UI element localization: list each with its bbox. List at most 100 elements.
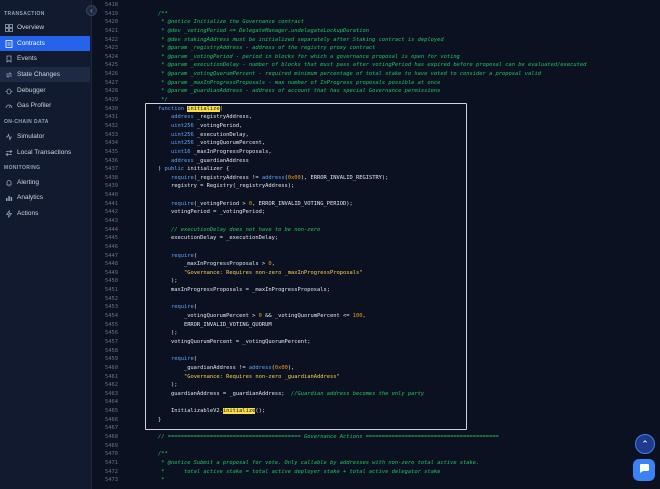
code-line: 5418 [93, 1, 660, 10]
line-number: 5421 [105, 27, 118, 34]
code-token: } [145, 416, 162, 423]
sidebar-item-label: Gas Profiler [17, 102, 52, 109]
code-line: 5450 ); [93, 277, 660, 286]
code-line: 5447 require( [93, 252, 660, 261]
chat-support-button[interactable] [633, 459, 655, 481]
line-number: 5443 [105, 218, 118, 224]
code-token: * @dev _votingPeriod <= DelegateManager.… [145, 27, 369, 34]
scroll-to-top-button[interactable]: ⌃ [635, 434, 655, 454]
line-number: 5435 [105, 148, 118, 155]
sidebar-item-label: Contracts [17, 40, 45, 47]
code-token: ), ERROR_INVALID_REGISTRY); [300, 174, 389, 181]
code-text: * @param _maxInProgressProposals - max n… [145, 79, 440, 88]
code-text: ERROR_INVALID_VOTING_QUORUM [145, 321, 272, 330]
code-token: ); [145, 278, 178, 285]
code-token: * @param _maxInProgressProposals - max n… [145, 79, 441, 86]
code-line: 5460 _guardianAddress != address(0x00), [93, 364, 660, 373]
code-line: 5435 uint16 _maxInProgressProposals, [93, 148, 660, 157]
code-text: * [145, 476, 164, 485]
code-token: ) [145, 166, 165, 173]
code-text: * @dev _votingPeriod <= DelegateManager.… [145, 27, 369, 36]
code-token: ), [287, 364, 295, 371]
code-token: _maxInProgressProposals > [145, 261, 269, 268]
line-number: 5470 [105, 451, 118, 458]
line-number: 5466 [105, 416, 118, 423]
code-token: ( [193, 252, 197, 259]
alerting-icon [5, 179, 13, 187]
sidebar-item-events[interactable]: Events [0, 51, 90, 66]
code-line: 5470 /** [93, 450, 660, 459]
code-token: (); [255, 408, 266, 415]
code-token: uint256 [170, 131, 194, 138]
collapse-sidebar-button[interactable]: ‹ [86, 5, 97, 16]
double-chevron-up-icon: ⌃ [641, 438, 649, 449]
line-number: 5462 [105, 382, 118, 389]
code-line: 5465 InitializableV2.initialize(); [93, 407, 660, 416]
code-text: require( [145, 252, 197, 261]
code-token: * @param _registryAddress - address of t… [145, 45, 376, 52]
code-token: address [170, 157, 194, 164]
code-token: require [170, 304, 194, 311]
code-text: maxInProgressProposals = _maxInProgressP… [145, 286, 330, 295]
code-token: uint16 [170, 148, 191, 155]
code-token: * @notice Submit a proposal for vote. On… [145, 459, 480, 466]
code-text: _guardianAddress != address(0x00), [145, 364, 294, 373]
sidebar-item-state-changes[interactable]: State Changes [0, 67, 90, 82]
line-number: 5473 [105, 477, 118, 484]
sidebar-item-overview[interactable]: Overview [0, 20, 90, 35]
line-number: 5427 [105, 79, 118, 86]
line-number: 5422 [105, 36, 118, 43]
sidebar-item-actions[interactable]: Actions [0, 206, 90, 221]
line-number: 5468 [105, 434, 118, 440]
code-token: address [261, 174, 285, 181]
code-text: address _registryAddress, [145, 113, 252, 122]
code-line: 5431 address _registryAddress, [93, 113, 660, 122]
sidebar-item-debugger[interactable]: Debugger [0, 83, 90, 98]
code-token: // executionDelay does not have to be no… [145, 226, 321, 233]
code-token: _registryAddress, [193, 114, 253, 121]
code-token: * @notice Initialize the Governance cont… [145, 19, 305, 26]
code-token: _maxInProgressProposals, [190, 148, 272, 155]
line-number: 5442 [105, 209, 118, 216]
code-text: _votingQuorumPercent > 0 && _votingQuoru… [145, 312, 366, 321]
code-text: "Governance: Requires non-zero _guardian… [145, 373, 340, 382]
code-text: function initialize( [145, 105, 223, 114]
code-text: * @param _votingPeriod - period in block… [145, 53, 460, 62]
code-text: } [145, 416, 161, 425]
code-text: executionDelay = _executionDelay; [145, 234, 278, 243]
code-text: // executionDelay does not have to be no… [145, 226, 320, 235]
code-text: ); [145, 277, 178, 286]
code-line: 5448 _maxInProgressProposals > 0, [93, 260, 660, 269]
chat-icon [638, 461, 650, 479]
sidebar-item-gas-profiler[interactable]: Gas Profiler [0, 98, 90, 113]
code-text: uint16 _maxInProgressProposals, [145, 148, 272, 157]
line-number: 5420 [105, 19, 118, 26]
code-text: * @param _guardianAddress - address of a… [145, 87, 440, 96]
line-number: 5445 [105, 235, 118, 242]
code-token: ( [193, 356, 197, 363]
sidebar-item-contracts[interactable]: Contracts [0, 36, 90, 51]
code-text: require(_votingPeriod > 0, ERROR_INVALID… [145, 200, 353, 209]
code-text: * @dev stakingAddress must be initialize… [145, 36, 443, 45]
line-number: 5428 [105, 88, 118, 95]
code-line: 5423 * @param _registryAddress - address… [93, 44, 660, 53]
sidebar-item-local-transactions[interactable]: Local Transactions [0, 145, 90, 160]
sidebar-item-analytics[interactable]: Analytics [0, 190, 90, 205]
code-token: initializer { [183, 166, 230, 173]
line-number: 5460 [105, 364, 118, 371]
sidebar-item-simulator[interactable]: Simulator [0, 129, 90, 144]
code-text: ); [145, 329, 178, 338]
code-text: votingQuorumPercent = _votingQuorumPerce… [145, 338, 311, 347]
sidebar-item-alerting[interactable]: Alerting [0, 175, 90, 190]
line-number: 5458 [105, 347, 118, 354]
code-line: 5443 [93, 217, 660, 226]
code-token: function [157, 105, 184, 112]
simulator-icon [5, 132, 13, 141]
code-token: InitializableV2. [145, 408, 223, 415]
events-icon [5, 55, 13, 63]
code-token: (_votingPeriod > [193, 200, 249, 207]
